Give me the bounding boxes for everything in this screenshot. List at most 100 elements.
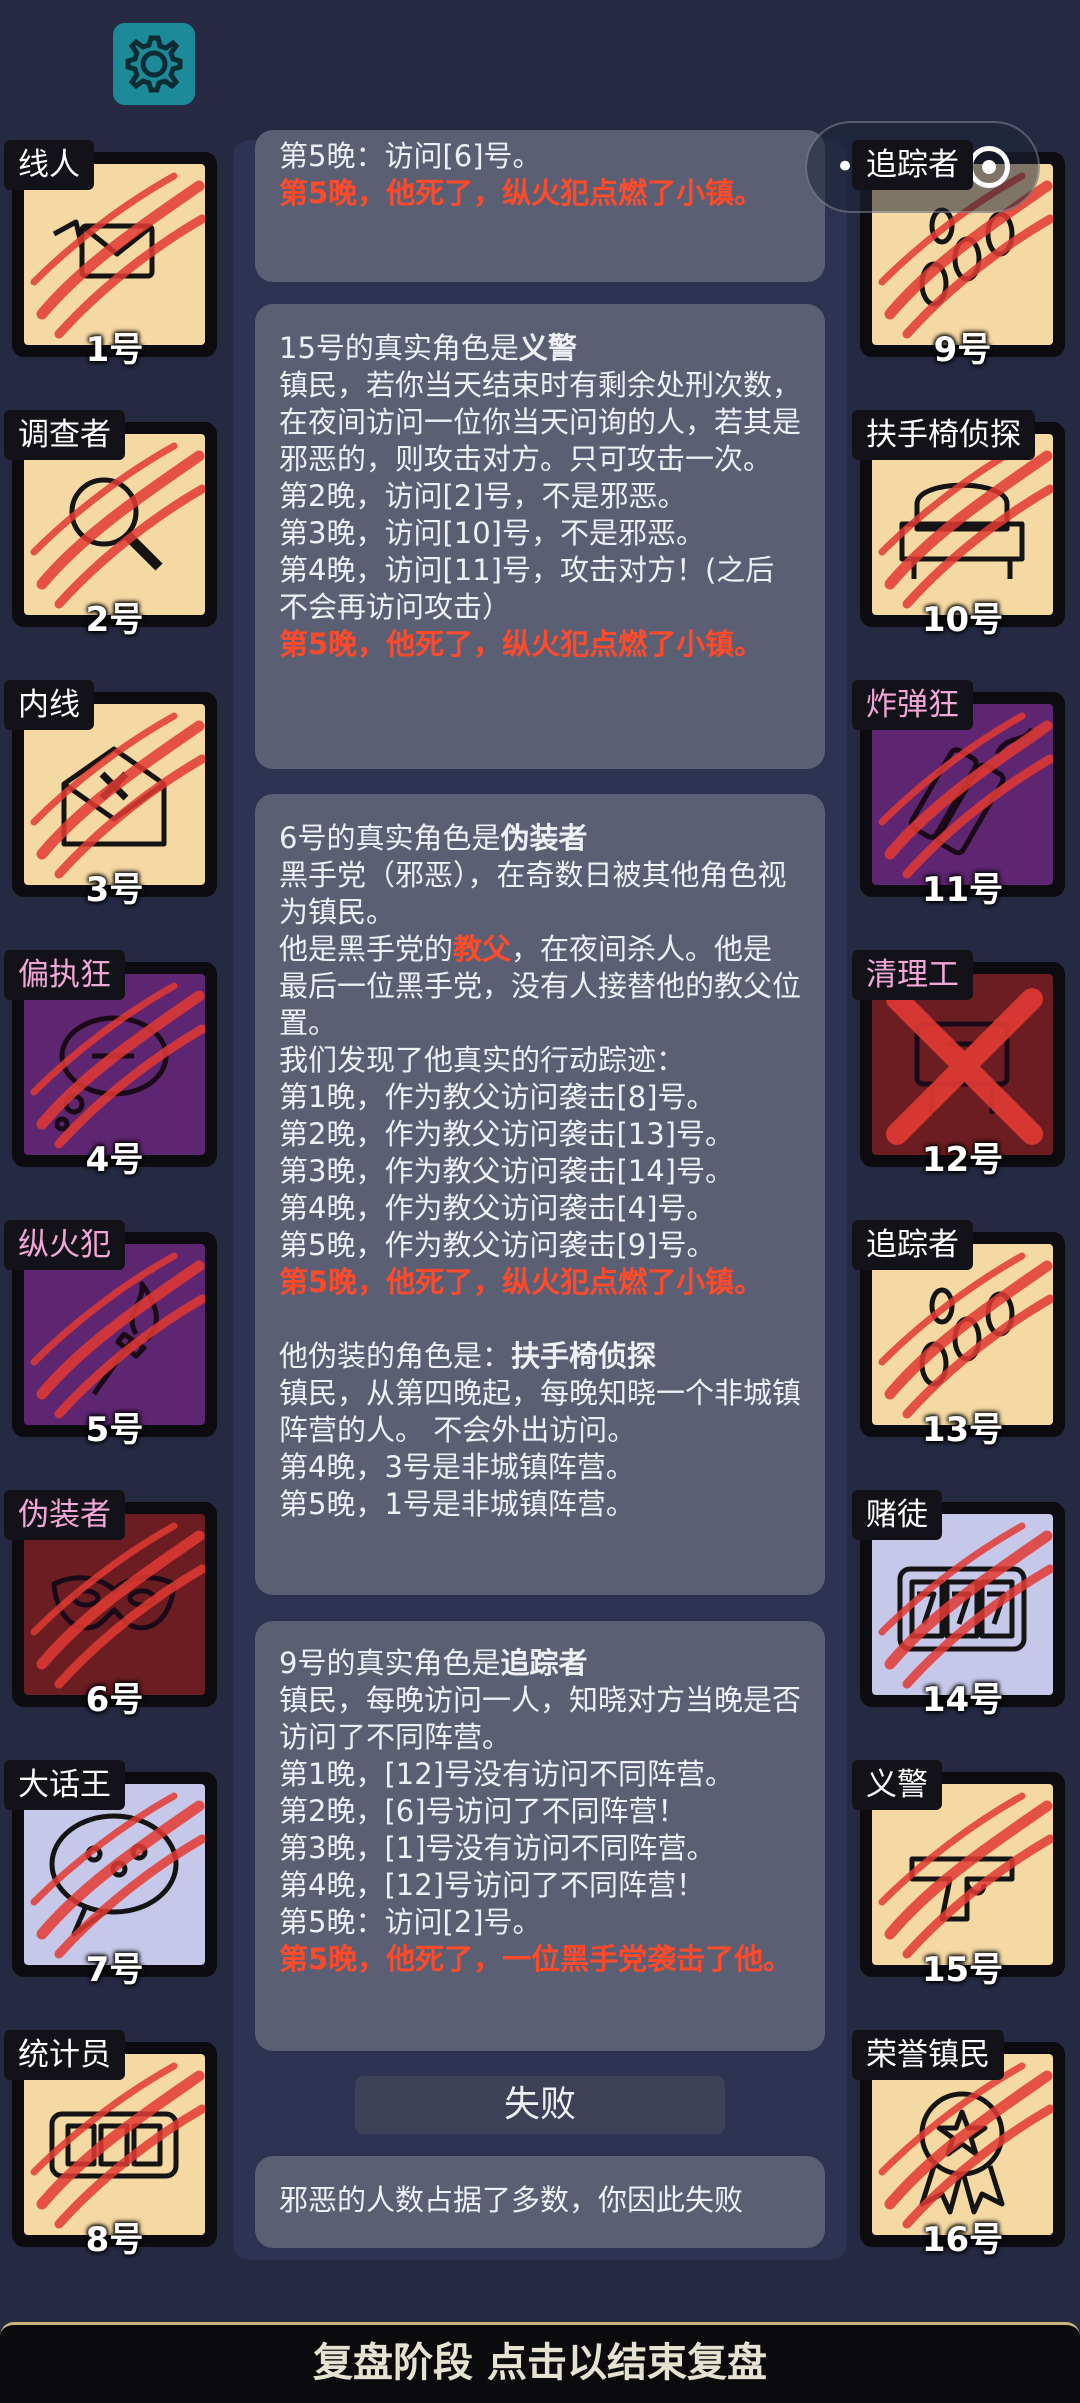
player-role-label: 伪装者 xyxy=(4,1490,125,1540)
end-review-button[interactable]: 复盘阶段 点击以结束复盘 xyxy=(0,2322,1080,2403)
log-line: 我们发现了他真实的行动踪迹： xyxy=(279,1043,686,1077)
fake-role-description: 镇民，从第四晚起，每晚知晓一个非城镇阵营的人。 不会外出访问。 xyxy=(279,1376,802,1447)
speech-bubble-icon xyxy=(30,1792,205,1959)
opened-envelope-icon xyxy=(30,712,205,879)
death-line: 第5晚，他死了，纵火犯点燃了小镇。 xyxy=(279,176,764,210)
player-role-label: 内线 xyxy=(4,680,94,730)
player-role-label: 统计员 xyxy=(4,2030,125,2080)
player-number-label: 10号 xyxy=(921,600,1004,640)
record-icon[interactable] xyxy=(968,146,1010,188)
player-number-label: 4号 xyxy=(85,1140,144,1180)
card-portrait xyxy=(24,2054,205,2235)
player-card-left-3[interactable]: 内线 3号 xyxy=(4,680,222,910)
player-role-label: 炸弹狂 xyxy=(852,680,973,730)
settings-button[interactable] xyxy=(113,23,195,105)
player-card-right-5[interactable]: 追踪者 13号 xyxy=(852,1220,1070,1450)
player-card-left-5[interactable]: 纵火犯 5号 xyxy=(4,1220,222,1450)
result-message: 邪恶的人数占据了多数，你因此失败 xyxy=(255,2156,825,2248)
role-heading: 9号的真实角色是 xyxy=(279,1646,501,1680)
death-line: 第5晚，他死了，纵火犯点燃了小镇。 xyxy=(279,627,764,661)
role-heading: 6号的真实角色是 xyxy=(279,821,501,855)
player-number-label: 3号 xyxy=(85,870,144,910)
player-role-label: 追踪者 xyxy=(852,1220,973,1270)
player-card-left-4[interactable]: 偏执狂 4号 xyxy=(4,950,222,1180)
log-line: 第3晚，作为教父访问袭击[14]号。 xyxy=(279,1154,734,1188)
death-line: 第5晚，他死了，纵火犯点燃了小镇。 xyxy=(279,1265,764,1299)
log-message-player-9-end: 第5晚：访问[6]号。 第5晚，他死了，纵火犯点燃了小镇。 xyxy=(255,130,825,282)
player-number-label: 5号 xyxy=(85,1410,144,1450)
death-line: 第5晚，他死了，一位黑手党袭击了他。 xyxy=(279,1942,793,1976)
card-portrait xyxy=(24,1244,205,1425)
mask-icon xyxy=(30,1522,205,1689)
player-card-left-2[interactable]: 调查者 2号 xyxy=(4,410,222,640)
log-line: 第1晚，[12]号没有访问不同阵营。 xyxy=(279,1757,734,1791)
player-card-right-1[interactable]: 追踪者 9号 xyxy=(852,140,1070,370)
pistol-icon xyxy=(878,1792,1053,1959)
log-line: 第5晚，作为教父访问袭击[9]号。 xyxy=(279,1228,716,1262)
card-portrait xyxy=(24,704,205,885)
player-card-right-7[interactable]: 义警 15号 xyxy=(852,1760,1070,1990)
player-card-left-7[interactable]: 大话王 7号 xyxy=(4,1760,222,1990)
player-number-label: 7号 xyxy=(85,1950,144,1990)
log-message-player-9: 9号的真实角色是追踪者 镇民，每晚访问一人，知晓对方当晚是否访问了不同阵营。 第… xyxy=(255,1621,825,2051)
player-card-right-4[interactable]: 清理工 12号 xyxy=(852,950,1070,1180)
card-portrait xyxy=(872,704,1053,885)
card-portrait xyxy=(24,434,205,615)
player-role-label: 线人 xyxy=(4,140,94,190)
counter-icon xyxy=(30,2062,205,2229)
gear-icon xyxy=(125,35,183,93)
role-name: 义警 xyxy=(518,331,577,365)
player-number-label: 15号 xyxy=(921,1950,1004,1990)
player-number-label: 11号 xyxy=(921,870,1004,910)
player-number-label: 2号 xyxy=(85,600,144,640)
log-line: 第2晚，作为教父访问袭击[13]号。 xyxy=(279,1117,734,1151)
player-number-label: 8号 xyxy=(85,2220,144,2260)
envelope-icon xyxy=(30,172,205,339)
player-number-label: 16号 xyxy=(921,2220,1004,2260)
card-portrait xyxy=(24,164,205,345)
player-card-right-2[interactable]: 扶手椅侦探 10号 xyxy=(852,410,1070,640)
player-card-right-3[interactable]: 炸弹狂 11号 xyxy=(852,680,1070,910)
card-portrait xyxy=(872,1514,1053,1695)
player-role-label: 纵火犯 xyxy=(4,1220,125,1270)
thought-bubble-icon xyxy=(30,982,205,1149)
card-portrait xyxy=(24,1514,205,1695)
player-card-left-1[interactable]: 线人 1号 xyxy=(4,140,222,370)
role-heading: 15号的真实角色是 xyxy=(279,331,519,365)
card-portrait xyxy=(872,974,1053,1155)
player-card-right-8[interactable]: 荣誉镇民 16号 xyxy=(852,2030,1070,2260)
slot-machine-icon xyxy=(878,1522,1053,1689)
role-description: 黑手党（邪恶），在奇数日被其他角色视为镇民。 xyxy=(279,858,787,929)
fail-result-label: 失败 xyxy=(355,2076,725,2134)
card-portrait xyxy=(24,974,205,1155)
card-portrait xyxy=(872,1784,1053,1965)
log-line: 第5晚：访问[2]号。 xyxy=(279,1905,542,1939)
player-card-left-6[interactable]: 伪装者 6号 xyxy=(4,1490,222,1720)
card-portrait xyxy=(872,434,1053,615)
player-role-label: 赌徒 xyxy=(852,1490,942,1540)
player-role-label: 清理工 xyxy=(852,950,973,1000)
role-name: 伪装者 xyxy=(500,821,588,855)
dynamite-icon xyxy=(878,712,1053,879)
role-description: 镇民，每晚访问一人，知晓对方当晚是否访问了不同阵营。 xyxy=(279,1683,802,1754)
player-role-label: 追踪者 xyxy=(852,140,973,190)
log-line: 第4晚，访问[11]号，攻击对方！(之后不会再访问攻击） xyxy=(279,553,775,624)
armchair-icon xyxy=(878,442,1053,609)
log-line: 第3晚，访问[10]号，不是邪恶。 xyxy=(279,516,705,550)
log-line: 第2晚，[6]号访问了不同阵营！ xyxy=(279,1794,687,1828)
player-role-label: 荣誉镇民 xyxy=(852,2030,1004,2080)
player-role-label: 扶手椅侦探 xyxy=(852,410,1035,460)
log-line: 第5晚：访问[6]号。 xyxy=(279,139,542,173)
player-number-label: 9号 xyxy=(933,330,992,370)
godfather-label: 教父 xyxy=(453,932,512,966)
player-card-right-6[interactable]: 赌徒 14号 xyxy=(852,1490,1070,1720)
log-line: 第5晚，1号是非城镇阵营。 xyxy=(279,1487,635,1521)
player-card-left-8[interactable]: 统计员 8号 xyxy=(4,2030,222,2260)
log-message-player-6: 6号的真实角色是伪装者 黑手党（邪恶），在奇数日被其他角色视为镇民。 他是黑手党… xyxy=(255,794,825,1595)
magnifier-icon xyxy=(30,442,205,609)
player-role-label: 偏执狂 xyxy=(4,950,125,1000)
log-line: 第3晚，[1]号没有访问不同阵营。 xyxy=(279,1831,716,1865)
card-portrait xyxy=(24,1784,205,1965)
torch-icon xyxy=(30,1252,205,1419)
player-role-label: 义警 xyxy=(852,1760,942,1810)
